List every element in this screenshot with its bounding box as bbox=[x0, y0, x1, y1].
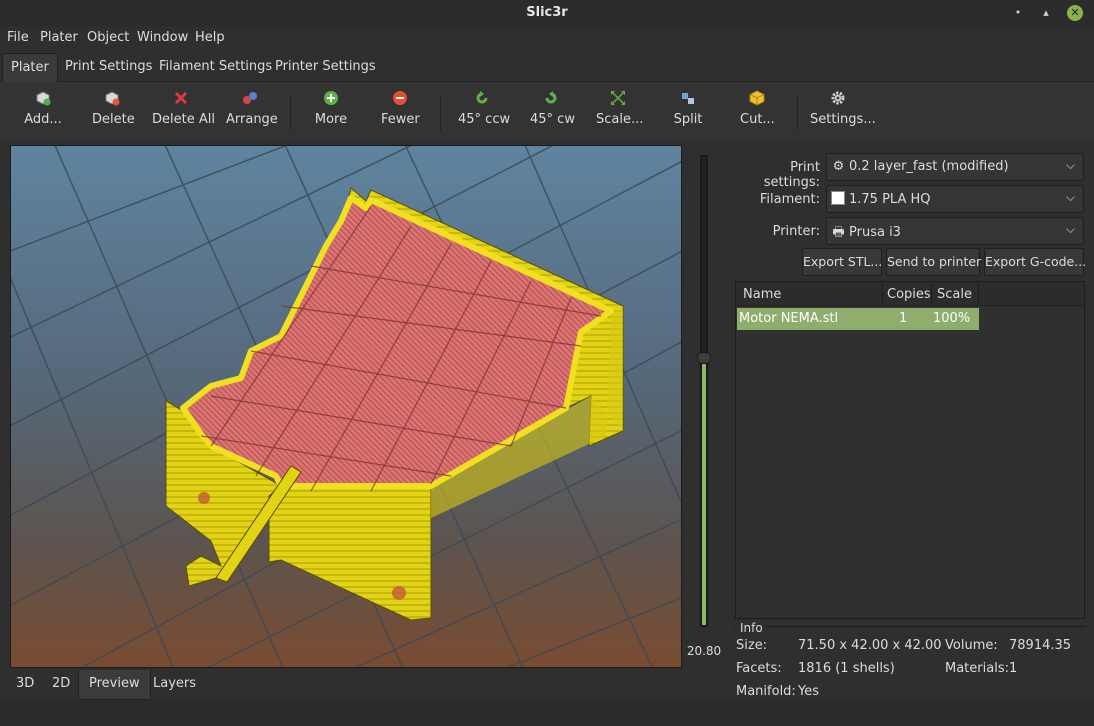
fewer-button[interactable]: Fewer bbox=[381, 90, 420, 127]
column-copies[interactable]: Copies bbox=[887, 287, 931, 302]
info-title: Info bbox=[738, 621, 765, 635]
layer-slider[interactable]: 20.80 bbox=[684, 145, 724, 668]
gear-icon bbox=[831, 91, 845, 105]
menu-plater[interactable]: Plater bbox=[40, 30, 78, 45]
table-row[interactable]: Motor NEMA.stl 1 100% bbox=[737, 308, 979, 330]
tab-2d[interactable]: 2D bbox=[42, 670, 80, 700]
delete-icon bbox=[105, 91, 120, 106]
minimize-icon[interactable]: • bbox=[1010, 5, 1026, 21]
cut-button[interactable]: Cut... bbox=[740, 90, 775, 127]
printer-combo[interactable]: 🖶 Prusa i3 ⌵ bbox=[826, 217, 1084, 245]
gear-icon: ⚙ bbox=[832, 159, 845, 174]
delete-all-button[interactable]: Delete All bbox=[152, 90, 215, 127]
status-strip bbox=[0, 700, 1094, 726]
print-settings-label: Print settings: bbox=[763, 160, 820, 190]
layer-height-value: 20.80 bbox=[686, 644, 722, 658]
arrange-button[interactable]: Arrange bbox=[226, 90, 278, 127]
rotate-cw-icon bbox=[545, 91, 557, 104]
menu-window[interactable]: Window bbox=[137, 30, 188, 45]
print-preview-render bbox=[11, 146, 681, 667]
arrange-icon bbox=[243, 92, 257, 104]
chevron-down-icon: ⌵ bbox=[1065, 222, 1075, 236]
tab-print-settings[interactable]: Print Settings bbox=[57, 53, 160, 82]
object-scale: 100% bbox=[933, 311, 971, 326]
title-bar: Slic3r • ▴ ✕ bbox=[0, 0, 1094, 26]
cut-icon bbox=[749, 90, 765, 106]
add-icon bbox=[36, 91, 51, 106]
object-list-header: Name Copies Scale bbox=[736, 282, 1084, 306]
manifold-value: Yes bbox=[798, 684, 819, 699]
manifold-label: Manifold: bbox=[736, 684, 796, 699]
object-list: Name Copies Scale Motor NEMA.stl 1 100% bbox=[735, 281, 1085, 619]
delete-button[interactable]: Delete bbox=[92, 90, 135, 127]
toolbar: Add... Delete Delete All Arrange More Fe… bbox=[0, 82, 1094, 140]
rotate-cw-button[interactable]: 45° cw bbox=[530, 90, 575, 127]
slider-fill bbox=[702, 357, 706, 625]
menu-file[interactable]: File bbox=[7, 30, 29, 45]
toolbar-separator bbox=[440, 96, 441, 130]
main-tabs: Plater Print Settings Filament Settings … bbox=[0, 50, 1094, 82]
object-copies: 1 bbox=[899, 311, 908, 326]
tab-printer-settings[interactable]: Printer Settings bbox=[267, 53, 384, 82]
tab-filament-settings[interactable]: Filament Settings bbox=[151, 53, 280, 82]
menu-object[interactable]: Object bbox=[87, 30, 129, 45]
add-button[interactable]: Add... bbox=[23, 90, 63, 127]
tab-preview[interactable]: Preview bbox=[78, 670, 151, 700]
delete-all-icon bbox=[174, 91, 188, 105]
preview-viewport[interactable] bbox=[10, 145, 682, 668]
menu-bar: File Plater Object Window Help bbox=[0, 26, 1094, 50]
column-name[interactable]: Name bbox=[743, 287, 781, 302]
settings-button[interactable]: Settings... bbox=[810, 90, 876, 127]
tab-3d[interactable]: 3D bbox=[6, 670, 44, 700]
size-label: Size: bbox=[736, 638, 768, 653]
print-settings-combo[interactable]: ⚙ 0.2 layer_fast (modified) ⌵ bbox=[826, 153, 1084, 181]
materials-label: Materials: bbox=[945, 661, 1009, 676]
more-button[interactable]: More bbox=[314, 90, 348, 127]
slider-thumb[interactable] bbox=[697, 351, 711, 364]
toolbar-separator bbox=[290, 96, 291, 130]
facets-label: Facets: bbox=[736, 661, 782, 676]
split-icon bbox=[682, 93, 694, 104]
send-to-printer-button[interactable]: Send to printer bbox=[886, 248, 981, 276]
column-scale[interactable]: Scale bbox=[937, 287, 972, 302]
maximize-icon[interactable]: ▴ bbox=[1038, 5, 1054, 21]
materials-value: 1 bbox=[1009, 661, 1018, 676]
slider-track[interactable] bbox=[700, 155, 708, 627]
filament-combo[interactable]: 1.75 PLA HQ ⌵ bbox=[826, 185, 1084, 213]
export-gcode-button[interactable]: Export G-code... bbox=[984, 248, 1086, 276]
close-icon[interactable]: ✕ bbox=[1067, 5, 1083, 21]
tab-plater[interactable]: Plater bbox=[2, 53, 58, 82]
volume-value: 78914.35 bbox=[1009, 638, 1072, 653]
filament-label: Filament: bbox=[759, 192, 820, 207]
filament-color-swatch bbox=[831, 191, 845, 205]
plus-icon bbox=[324, 91, 338, 105]
printer-icon: 🖶 bbox=[832, 225, 845, 240]
minus-icon bbox=[393, 91, 407, 105]
facets-value: 1816 (1 shells) bbox=[798, 661, 895, 676]
volume-label: Volume: bbox=[945, 638, 998, 653]
toolbar-separator bbox=[797, 96, 798, 130]
size-value: 71.50 x 42.00 x 42.00 bbox=[798, 638, 942, 653]
chevron-down-icon: ⌵ bbox=[1065, 190, 1075, 204]
printer-label: Printer: bbox=[772, 224, 820, 239]
chevron-down-icon: ⌵ bbox=[1065, 158, 1075, 172]
window-title: Slic3r bbox=[526, 5, 568, 20]
split-button[interactable]: Split bbox=[672, 90, 704, 127]
rotate-ccw-button[interactable]: 45° ccw bbox=[458, 90, 510, 127]
scale-icon bbox=[611, 91, 625, 105]
scale-button[interactable]: Scale... bbox=[596, 90, 643, 127]
object-name: Motor NEMA.stl bbox=[739, 311, 839, 326]
menu-help[interactable]: Help bbox=[195, 30, 225, 45]
tab-layers[interactable]: Layers bbox=[143, 670, 206, 700]
export-stl-button[interactable]: Export STL... bbox=[802, 248, 882, 276]
rotate-ccw-icon bbox=[476, 91, 488, 104]
